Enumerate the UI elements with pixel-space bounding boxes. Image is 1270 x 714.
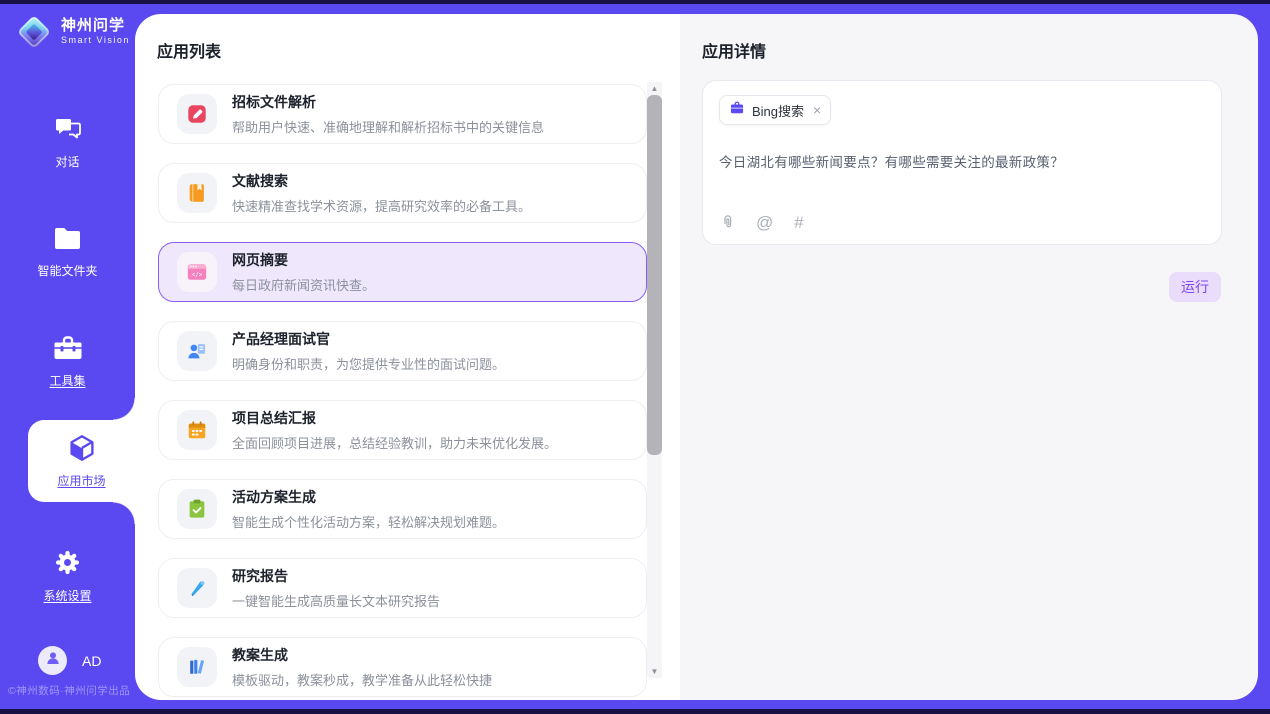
gear-icon	[54, 549, 81, 579]
app-list-title: 应用列表	[157, 38, 221, 62]
folder-icon	[53, 226, 82, 254]
sidebar-item-label: 应用市场	[57, 472, 105, 489]
bid-document-icon	[177, 94, 217, 134]
avatar	[38, 646, 67, 675]
app-card-desc: 智能生成个性化活动方案，轻松解决规划难题。	[232, 512, 505, 531]
prompt-toolbar: @ #	[720, 213, 804, 233]
app-card-name: 活动方案生成	[232, 487, 505, 507]
app-card-name: 项目总结汇报	[232, 408, 557, 428]
prompt-card: Bing搜索 × 今日湖北有哪些新闻要点？有哪些需要关注的最新政策？ @ #	[702, 80, 1222, 245]
prompt-input[interactable]: 今日湖北有哪些新闻要点？有哪些需要关注的最新政策？	[719, 151, 1205, 171]
main-content: 应用列表 招标文件解析 帮助用户快速、准确地理解和解析招标书中的关键信息	[135, 14, 1258, 700]
sidebar-item-label: 智能文件夹	[37, 262, 97, 279]
sidebar-item-smart-folder[interactable]: 智能文件夹	[0, 226, 135, 279]
scrollbar-thumb[interactable]	[647, 95, 662, 455]
brand-logo: 神州问学 Smart Vision	[16, 14, 130, 50]
window-bottom-frame	[0, 709, 1270, 714]
scroll-up-icon[interactable]: ▲	[647, 82, 662, 95]
user-account[interactable]: AD	[38, 646, 101, 675]
app-card-bid-parsing[interactable]: 招标文件解析 帮助用户快速、准确地理解和解析招标书中的关键信息	[158, 84, 647, 144]
app-card-desc: 明确身份和职责，为您提供专业性的面试问题。	[232, 354, 505, 373]
interviewer-icon	[177, 331, 217, 371]
app-card-name: 招标文件解析	[232, 92, 544, 112]
app-card-web-summary[interactable]: </> 网页摘要 每日政府新闻资讯快查。	[158, 242, 647, 302]
app-card-desc: 帮助用户快速、准确地理解和解析招标书中的关键信息	[232, 117, 544, 136]
app-card-desc: 一键智能生成高质量长文本研究报告	[232, 591, 440, 610]
clipboard-check-icon	[177, 489, 217, 529]
book-icon	[177, 173, 217, 213]
app-card-name: 网页摘要	[232, 250, 375, 270]
app-card-desc: 全面回顾项目进展，总结经验教训，助力未来优化发展。	[232, 433, 557, 452]
brand-name: 神州问学	[61, 18, 130, 35]
diamond-logo-icon	[16, 14, 52, 50]
app-card-desc: 模板驱动，教案秒成，教学准备从此轻松快捷	[232, 670, 492, 689]
research-pen-icon	[177, 568, 217, 608]
app-card-lesson-plan[interactable]: 教案生成 模板驱动，教案秒成，教学准备从此轻松快捷	[158, 637, 647, 697]
app-detail-title: 应用详情	[702, 38, 766, 62]
briefcase-icon	[729, 100, 745, 121]
hash-icon[interactable]: #	[794, 213, 803, 233]
app-card-desc: 每日政府新闻资讯快查。	[232, 275, 375, 294]
books-icon	[177, 647, 217, 687]
person-icon	[45, 650, 61, 671]
app-card-pm-interviewer[interactable]: 产品经理面试官 明确身份和职责，为您提供专业性的面试问题。	[158, 321, 647, 381]
svg-text:</>: </>	[192, 272, 203, 279]
sidebar-item-chat[interactable]: 对话	[0, 116, 135, 170]
calendar-icon	[177, 410, 217, 450]
app-card-name: 文献搜索	[232, 171, 531, 191]
sidebar-item-app-market[interactable]: 应用市场	[28, 420, 135, 502]
app-list-panel: 应用列表 招标文件解析 帮助用户快速、准确地理解和解析招标书中的关键信息	[135, 14, 680, 700]
webpage-code-icon: </>	[177, 252, 217, 292]
app-card-list: 招标文件解析 帮助用户快速、准确地理解和解析招标书中的关键信息 文献搜索 快速精…	[158, 84, 647, 700]
chat-icon	[54, 116, 82, 145]
app-card-desc: 快速精准查找学术资源，提高研究效率的必备工具。	[232, 196, 531, 215]
user-initials: AD	[82, 653, 101, 669]
app-card-literature-search[interactable]: 文献搜索 快速精准查找学术资源，提高研究效率的必备工具。	[158, 163, 647, 223]
app-card-project-summary[interactable]: 项目总结汇报 全面回顾项目进展，总结经验教训，助力未来优化发展。	[158, 400, 647, 460]
app-list-scrollbar[interactable]: ▲ ▼	[647, 82, 662, 678]
app-card-research-report[interactable]: 研究报告 一键智能生成高质量长文本研究报告	[158, 558, 647, 618]
cube-icon	[67, 433, 97, 466]
tool-tag-bing-search[interactable]: Bing搜索 ×	[719, 95, 831, 125]
sidebar-item-settings[interactable]: 系统设置	[0, 549, 135, 604]
sidebar: 神州问学 Smart Vision 对话 智能文件夹	[0, 4, 135, 709]
tool-tag-label: Bing搜索	[752, 101, 804, 120]
sidebar-item-toolbox[interactable]: 工具集	[0, 334, 135, 389]
scroll-down-icon[interactable]: ▼	[647, 665, 662, 678]
window-top-frame	[0, 0, 1270, 4]
app-card-name: 教案生成	[232, 645, 492, 665]
brand-subtitle: Smart Vision	[61, 36, 130, 46]
sidebar-item-label: 系统设置	[43, 587, 91, 604]
toolbox-icon	[53, 334, 83, 364]
copyright-footer: ©神州数码·神州问学出品	[8, 683, 130, 698]
close-icon[interactable]: ×	[813, 103, 821, 117]
run-button[interactable]: 运行	[1169, 272, 1221, 302]
app-card-name: 研究报告	[232, 566, 440, 586]
app-card-event-plan[interactable]: 活动方案生成 智能生成个性化活动方案，轻松解决规划难题。	[158, 479, 647, 539]
at-icon[interactable]: @	[756, 213, 773, 233]
sidebar-item-label: 工具集	[49, 372, 85, 389]
sidebar-item-label: 对话	[55, 153, 79, 170]
app-detail-panel: 应用详情 Bing搜索 × 今日湖北有哪些新闻要点？有哪些需要关注的最新政策？	[680, 14, 1258, 700]
paperclip-icon[interactable]	[720, 214, 735, 232]
app-card-name: 产品经理面试官	[232, 329, 505, 349]
